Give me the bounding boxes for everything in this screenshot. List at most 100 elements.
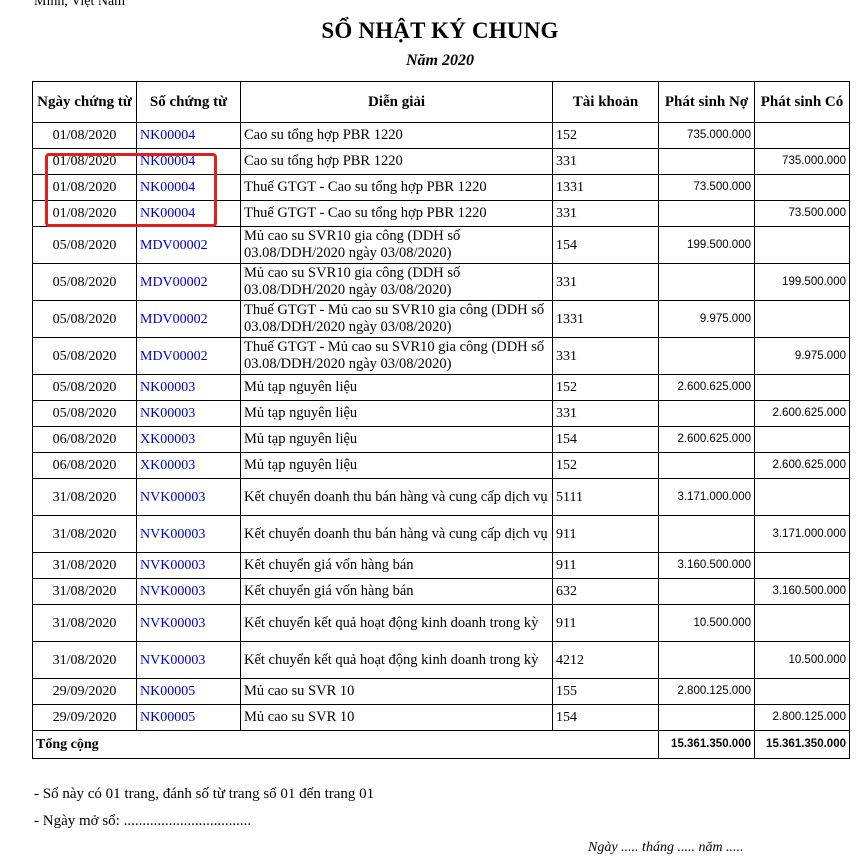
cell-date: 31/08/2020 [32,515,137,553]
cell-account: 331 [552,400,659,427]
cell-account: 154 [552,226,659,264]
cell-account: 154 [552,426,659,453]
cell-debit: 2.800.125.000 [658,678,755,705]
cell-voucher-link[interactable]: XK00003 [136,452,241,479]
cell-description: Mủ cao su SVR 10 [240,678,553,705]
cell-date: 31/08/2020 [32,604,137,642]
cell-debit [658,515,755,553]
cell-voucher-link[interactable]: MDV00002 [136,226,241,264]
cell-credit: 2.600.625.000 [754,452,850,479]
cell-account: 154 [552,704,659,731]
cell-credit: 2.800.125.000 [754,704,850,731]
cell-account: 911 [552,552,659,579]
cell-voucher-link[interactable]: NVK00003 [136,552,241,579]
cell-account: 1331 [552,174,659,201]
cell-voucher-link[interactable]: NVK00003 [136,578,241,605]
cell-date: 05/08/2020 [32,337,137,375]
cell-date: 05/08/2020 [32,300,137,338]
table-row: 05/08/2020 NK00003 Mủ tạp nguyên liệu 33… [32,400,850,427]
cell-debit [658,704,755,731]
cell-credit [754,374,850,401]
cell-date: 31/08/2020 [32,552,137,579]
cell-debit: 2.600.625.000 [658,426,755,453]
cell-credit: 2.600.625.000 [754,400,850,427]
total-label: Tổng cộng [32,730,659,759]
cell-voucher-link[interactable]: MDV00002 [136,337,241,375]
cell-description: Kết chuyển giá vốn hàng bán [240,578,553,605]
cell-description: Kết chuyển kết quả hoạt động kinh doanh … [240,641,553,679]
total-row: Tổng cộng 15.361.350.000 15.361.350.000 [32,730,850,759]
cell-debit: 2.600.625.000 [658,374,755,401]
cell-account: 911 [552,515,659,553]
table-row: 05/08/2020 MDV00002 Mủ cao su SVR10 gia … [32,226,850,264]
cell-date: 31/08/2020 [32,641,137,679]
cell-description: Cao su tổng hợp PBR 1220 [240,148,553,175]
table-row: 31/08/2020 NVK00003 Kết chuyển doanh thu… [32,478,850,516]
cell-voucher-link[interactable]: XK00003 [136,426,241,453]
cell-account: 331 [552,337,659,375]
table-row: 01/08/2020 NK00004 Cao su tổng hợp PBR 1… [32,122,850,149]
cell-account: 331 [552,148,659,175]
cell-description: Kết chuyển doanh thu bán hàng và cung cấ… [240,515,553,553]
cell-voucher-link[interactable]: NVK00003 [136,641,241,679]
cell-credit: 73.500.000 [754,200,850,227]
cell-account: 331 [552,263,659,301]
cell-description: Mủ tạp nguyên liệu [240,452,553,479]
cell-debit [658,148,755,175]
table-row: 31/08/2020 NVK00003 Kết chuyển giá vốn h… [32,578,850,605]
page-subtitle: Năm 2020 [406,52,474,69]
cell-account: 632 [552,578,659,605]
table-row: 05/08/2020 MDV00002 Thuế GTGT - Mủ cao s… [32,337,850,375]
page-title: SỔ NHẬT KÝ CHUNG [321,18,559,43]
cell-description: Thuế GTGT - Mủ cao su SVR10 gia công (DD… [240,337,553,375]
cell-description: Mủ tạp nguyên liệu [240,426,553,453]
cell-voucher-link[interactable]: NK00003 [136,400,241,427]
cell-description: Mủ cao su SVR 10 [240,704,553,731]
cell-voucher-link[interactable]: MDV00002 [136,263,241,301]
cell-account: 152 [552,452,659,479]
cell-debit: 3.171.000.000 [658,478,755,516]
cell-voucher-link[interactable]: NVK00003 [136,515,241,553]
table-row: 31/08/2020 NVK00003 Kết chuyển giá vốn h… [32,552,850,579]
cell-date: 05/08/2020 [32,263,137,301]
cell-voucher-link[interactable]: NVK00003 [136,478,241,516]
cell-description: Kết chuyển giá vốn hàng bán [240,552,553,579]
table-row: 29/09/2020 NK00005 Mủ cao su SVR 10 155 … [32,678,850,705]
cell-debit [658,263,755,301]
cell-description: Mủ cao su SVR10 gia công (DDH số 03.08/D… [240,226,553,264]
cell-description: Mủ tạp nguyên liệu [240,400,553,427]
cell-credit: 3.171.000.000 [754,515,850,553]
cell-voucher-link[interactable]: NVK00003 [136,604,241,642]
cell-date: 06/08/2020 [32,426,137,453]
cell-description: Thuế GTGT - Cao su tổng hợp PBR 1220 [240,200,553,227]
cell-debit: 10.500.000 [658,604,755,642]
cell-voucher-link[interactable]: NK00005 [136,678,241,705]
table-row: 05/08/2020 NK00003 Mủ tạp nguyên liệu 15… [32,374,850,401]
cell-account: 911 [552,604,659,642]
table-row: 31/08/2020 NVK00003 Kết chuyển kết quả h… [32,604,850,642]
cell-voucher-link[interactable]: MDV00002 [136,300,241,338]
col-header-voucher: Số chứng từ [136,81,241,123]
cell-voucher-link[interactable]: NK00004 [136,122,241,149]
cell-description: Mủ cao su SVR10 gia công (DDH số 03.08/D… [240,263,553,301]
cell-debit: 199.500.000 [658,226,755,264]
cell-voucher-link[interactable]: NK00005 [136,704,241,731]
cell-description: Thuế GTGT - Mủ cao su SVR10 gia công (DD… [240,300,553,338]
company-address-text: Minh, Việt Nam [34,0,126,9]
cell-debit [658,452,755,479]
cell-voucher-link[interactable]: NK00003 [136,374,241,401]
cell-account: 155 [552,678,659,705]
cell-account: 331 [552,200,659,227]
cell-account: 5111 [552,478,659,516]
cell-account: 152 [552,122,659,149]
cell-account: 152 [552,374,659,401]
table-row: 06/08/2020 XK00003 Mủ tạp nguyên liệu 15… [32,452,850,479]
cell-date: 31/08/2020 [32,478,137,516]
cell-description: Mủ tạp nguyên liệu [240,374,553,401]
cell-date: 05/08/2020 [32,400,137,427]
highlight-box [45,153,217,227]
cell-debit [658,400,755,427]
cell-date: 01/08/2020 [32,122,137,149]
col-header-credit: Phát sinh Có [754,81,850,123]
cell-debit: 735.000.000 [658,122,755,149]
